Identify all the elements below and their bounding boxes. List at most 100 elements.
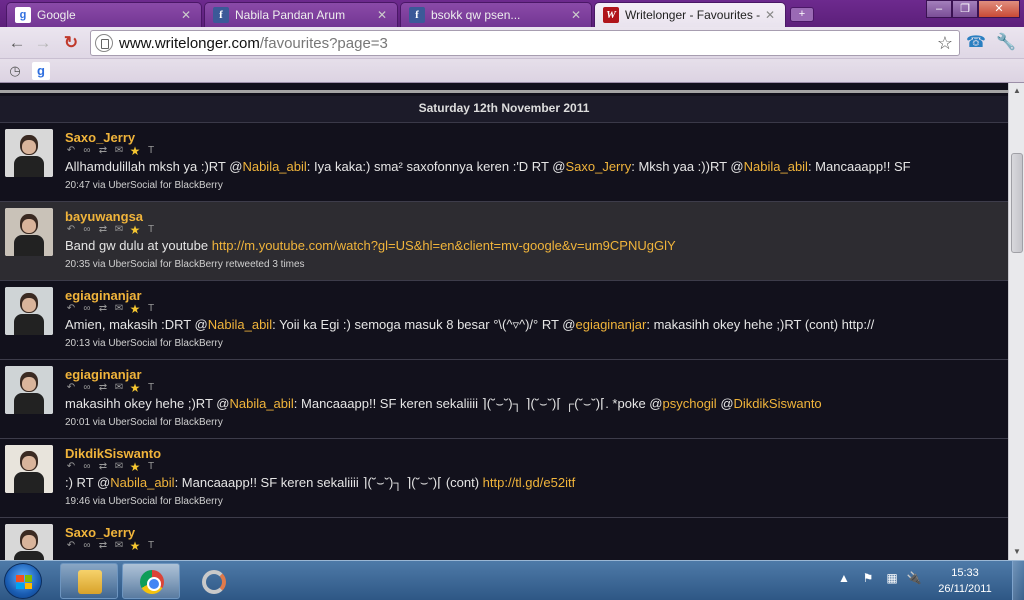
reload-icon[interactable]: ↻ bbox=[60, 32, 82, 54]
page-scrollbar[interactable]: ▲ ▼ bbox=[1008, 83, 1024, 560]
retweet-icon[interactable]: ⇄ bbox=[97, 224, 109, 236]
date-header: Saturday 12th November 2011 bbox=[0, 96, 1008, 123]
url-link[interactable]: http://m.youtube.com/watch?gl=US&hl=en&c… bbox=[212, 238, 676, 253]
close-icon[interactable]: ✕ bbox=[763, 8, 777, 22]
power-plug-icon[interactable]: 🔌 bbox=[906, 571, 922, 585]
direct-message-icon[interactable]: ✉ bbox=[113, 382, 125, 394]
conversation-icon[interactable]: ∞ bbox=[81, 382, 93, 394]
tweet-username[interactable]: Saxo_Jerry bbox=[65, 525, 135, 540]
retweet-icon[interactable]: ⇄ bbox=[97, 145, 109, 157]
writelonger-icon: W bbox=[603, 7, 619, 23]
direct-message-icon[interactable]: ✉ bbox=[113, 145, 125, 157]
direct-message-icon[interactable]: ✉ bbox=[113, 303, 125, 315]
show-hidden-icons-icon[interactable]: ▲ bbox=[836, 571, 852, 585]
taskbar-explorer-button[interactable] bbox=[60, 563, 118, 599]
reply-icon[interactable]: ↶ bbox=[65, 303, 77, 315]
conversation-icon[interactable]: ∞ bbox=[81, 461, 93, 473]
tab-facebook-profile[interactable]: f Nabila Pandan Arum ✕ bbox=[204, 2, 398, 27]
network-icon[interactable]: ▦ bbox=[884, 571, 900, 585]
tab-google[interactable]: g Google ✕ bbox=[6, 2, 202, 27]
conversation-icon[interactable]: ∞ bbox=[81, 145, 93, 157]
mention-link[interactable]: psychogil bbox=[663, 396, 717, 411]
mention-link[interactable]: egiaginanjar bbox=[576, 317, 647, 332]
reply-icon[interactable]: ↶ bbox=[65, 224, 77, 236]
translate-icon[interactable]: T bbox=[145, 224, 157, 236]
facebook-icon: f bbox=[213, 7, 229, 23]
mention-link[interactable]: Saxo_Jerry bbox=[565, 159, 631, 174]
retweet-icon[interactable]: ⇄ bbox=[97, 303, 109, 315]
reply-icon[interactable]: ↶ bbox=[65, 145, 77, 157]
tab-writelonger[interactable]: W Writelonger - Favourites - @ ✕ bbox=[594, 2, 786, 27]
url-text[interactable]: www.writelonger.com/favourites?page=3 bbox=[119, 35, 388, 52]
scroll-down-arrow-icon[interactable]: ▼ bbox=[1009, 544, 1024, 560]
close-icon[interactable]: ✕ bbox=[375, 8, 389, 22]
action-center-flag-icon[interactable]: ⚑ bbox=[860, 571, 876, 585]
avatar[interactable] bbox=[5, 287, 53, 335]
mention-link[interactable]: DikdikSiswanto bbox=[734, 396, 822, 411]
reply-icon[interactable]: ↶ bbox=[65, 382, 77, 394]
bookmark-star-icon[interactable]: ☆ bbox=[937, 33, 953, 54]
reply-icon[interactable]: ↶ bbox=[65, 461, 77, 473]
forward-arrow-icon[interactable]: → bbox=[32, 32, 54, 54]
taskbar-app-button[interactable] bbox=[184, 563, 242, 599]
minimize-button[interactable]: – bbox=[926, 0, 952, 18]
new-tab-button[interactable]: + bbox=[790, 7, 814, 22]
tab-facebook-message[interactable]: f bsokk qw psen... ✕ bbox=[400, 2, 592, 27]
mention-link[interactable]: Nabila_abil bbox=[110, 475, 174, 490]
back-arrow-icon[interactable]: ← bbox=[6, 32, 28, 54]
favourite-star-icon[interactable]: ★ bbox=[129, 303, 141, 315]
tweet-username[interactable]: egiaginanjar bbox=[65, 367, 142, 382]
avatar[interactable] bbox=[5, 129, 53, 177]
retweet-icon[interactable]: ⇄ bbox=[97, 461, 109, 473]
tweet-username[interactable]: DikdikSiswanto bbox=[65, 446, 161, 461]
mention-link[interactable]: Nabila_abil bbox=[208, 317, 272, 332]
mention-link[interactable]: Nabila_abil bbox=[242, 159, 306, 174]
translate-icon[interactable]: T bbox=[145, 382, 157, 394]
history-clock-icon[interactable]: ◷ bbox=[6, 62, 24, 80]
tweet-username[interactable]: egiaginanjar bbox=[65, 288, 142, 303]
tweet-username[interactable]: bayuwangsa bbox=[65, 209, 143, 224]
scroll-thumb[interactable] bbox=[1011, 153, 1023, 253]
conversation-icon[interactable]: ∞ bbox=[81, 303, 93, 315]
show-desktop-button[interactable] bbox=[1012, 561, 1024, 600]
tweet-username[interactable]: Saxo_Jerry bbox=[65, 130, 135, 145]
close-icon[interactable]: ✕ bbox=[569, 8, 583, 22]
avatar[interactable] bbox=[5, 208, 53, 256]
favourite-star-icon[interactable]: ★ bbox=[129, 145, 141, 157]
favourite-star-icon[interactable]: ★ bbox=[129, 461, 141, 473]
system-clock[interactable]: 15:33 26/11/2011 bbox=[930, 565, 1000, 597]
skype-extension-icon[interactable]: ☎ bbox=[966, 33, 986, 53]
translate-icon[interactable]: T bbox=[145, 303, 157, 315]
reply-icon[interactable]: ↶ bbox=[65, 540, 77, 552]
favourite-star-icon[interactable]: ★ bbox=[129, 224, 141, 236]
translate-icon[interactable]: T bbox=[145, 461, 157, 473]
taskbar-chrome-button[interactable] bbox=[122, 563, 180, 599]
retweet-icon[interactable]: ⇄ bbox=[97, 540, 109, 552]
direct-message-icon[interactable]: ✉ bbox=[113, 540, 125, 552]
facebook-icon: f bbox=[409, 7, 425, 23]
avatar[interactable] bbox=[5, 366, 53, 414]
address-bar[interactable]: www.writelonger.com/favourites?page=3 ☆ bbox=[90, 30, 960, 56]
favourite-star-icon[interactable]: ★ bbox=[129, 382, 141, 394]
scroll-up-arrow-icon[interactable]: ▲ bbox=[1009, 83, 1024, 99]
url-link[interactable]: http://tl.gd/e52itf bbox=[483, 475, 576, 490]
close-icon[interactable]: ✕ bbox=[179, 8, 193, 22]
translate-icon[interactable]: T bbox=[145, 145, 157, 157]
mention-link[interactable]: Nabila_abil bbox=[744, 159, 808, 174]
avatar[interactable] bbox=[5, 445, 53, 493]
avatar[interactable] bbox=[5, 524, 53, 560]
direct-message-icon[interactable]: ✉ bbox=[113, 224, 125, 236]
favourite-star-icon[interactable]: ★ bbox=[129, 540, 141, 552]
start-button[interactable] bbox=[4, 563, 42, 599]
tweet-meta: 19:46 via UberSocial for BlackBerry bbox=[65, 496, 223, 507]
mention-link[interactable]: Nabila_abil bbox=[229, 396, 293, 411]
wrench-menu-icon[interactable]: 🔧 bbox=[996, 33, 1016, 53]
maximize-button[interactable]: ❐ bbox=[952, 0, 978, 18]
conversation-icon[interactable]: ∞ bbox=[81, 540, 93, 552]
translate-icon[interactable]: T bbox=[145, 540, 157, 552]
conversation-icon[interactable]: ∞ bbox=[81, 224, 93, 236]
close-window-button[interactable]: ✕ bbox=[978, 0, 1020, 18]
google-bookmark-icon[interactable]: g bbox=[32, 62, 50, 80]
retweet-icon[interactable]: ⇄ bbox=[97, 382, 109, 394]
direct-message-icon[interactable]: ✉ bbox=[113, 461, 125, 473]
